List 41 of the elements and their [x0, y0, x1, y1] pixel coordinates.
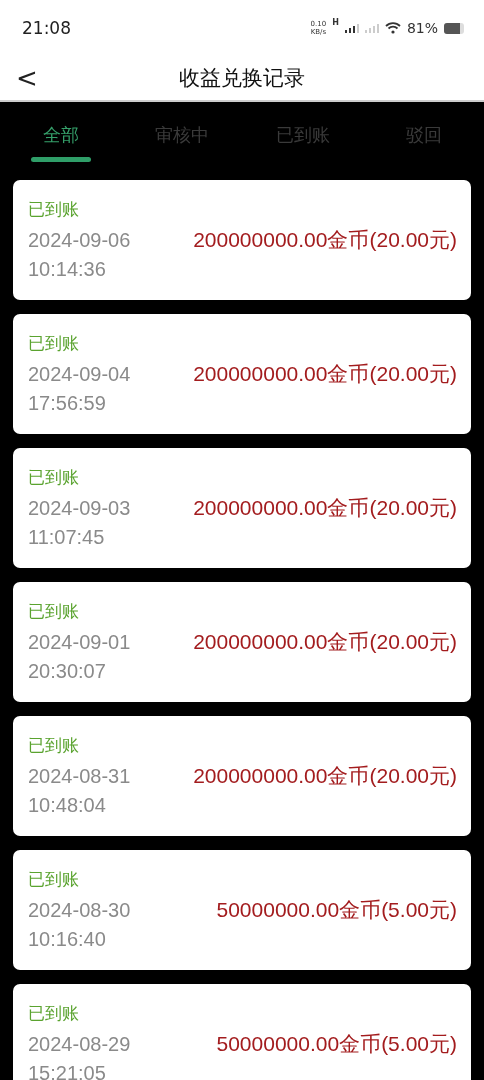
record-status: 已到账 [28, 1002, 80, 1024]
record-time: 17:56:59 [28, 391, 107, 415]
network-type: H [332, 18, 339, 27]
record-status: 已到账 [28, 466, 80, 488]
record-time: 10:48:04 [28, 793, 107, 817]
record-status: 已到账 [28, 868, 80, 890]
record-amount: 200000000.00金币(20.00元) [193, 630, 457, 654]
filter-tab[interactable]: 已到账 [242, 102, 363, 172]
record-time: 10:14:36 [28, 257, 107, 281]
back-button[interactable]: < [12, 65, 42, 91]
record-date: 2024-09-06 [28, 228, 131, 252]
wifi-icon [384, 22, 401, 34]
record-status: 已到账 [28, 600, 80, 622]
filter-tab[interactable]: 全部 [0, 102, 121, 172]
page-title: 收益兑换记录 [179, 65, 305, 92]
record-date: 2024-09-03 [28, 496, 131, 520]
record-time: 10:16:40 [28, 927, 107, 951]
record-date: 2024-08-30 [28, 898, 131, 922]
battery-percent: 81% [406, 20, 438, 36]
record-date: 2024-09-04 [28, 362, 131, 386]
record-time: 20:30:07 [28, 659, 107, 683]
record-status: 已到账 [28, 198, 80, 220]
record-time: 11:07:45 [28, 525, 106, 549]
battery-icon [444, 22, 464, 34]
signal-icon [344, 23, 359, 33]
record-time: 15:21:05 [28, 1061, 107, 1080]
record-amount: 200000000.00金币(20.00元) [193, 228, 457, 252]
record-status: 已到账 [28, 332, 80, 354]
filter-tab[interactable]: 审核中 [121, 102, 242, 172]
record-status: 已到账 [28, 734, 80, 756]
record-amount: 200000000.00金币(20.00元) [193, 496, 457, 520]
record-amount: 200000000.00金币(20.00元) [193, 362, 457, 386]
record-date: 2024-08-29 [28, 1032, 131, 1056]
record-date: 2024-08-31 [28, 764, 131, 788]
filter-tab[interactable]: 驳回 [363, 102, 484, 172]
record-amount: 50000000.00金币(5.00元) [216, 898, 457, 922]
record-amount: 50000000.00金币(5.00元) [216, 1032, 457, 1056]
record-amount: 200000000.00金币(20.00元) [193, 764, 457, 788]
signal-icon [364, 23, 379, 33]
record-date: 2024-09-01 [28, 630, 131, 654]
clock-time: 21:08 [22, 18, 71, 38]
